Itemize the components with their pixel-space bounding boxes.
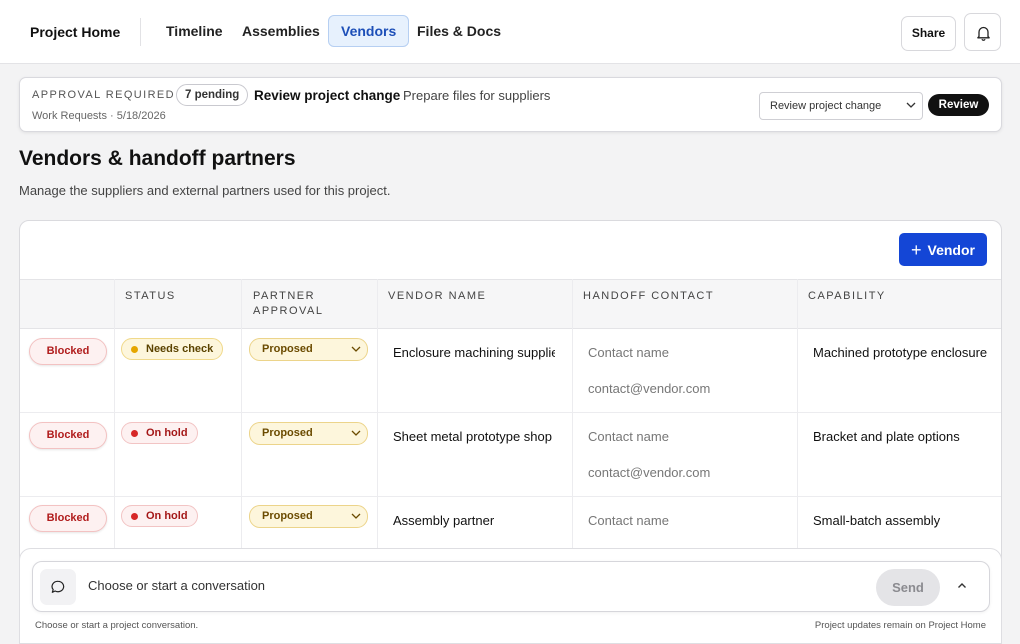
conversation-input[interactable]: Choose or start a conversation Send [32, 561, 990, 612]
share-button[interactable]: Share [901, 16, 956, 51]
blocked-badge[interactable]: Blocked [29, 422, 107, 449]
add-vendor-label: Vendor [927, 242, 975, 258]
bell-icon [977, 26, 990, 41]
capability[interactable]: Machined prototype enclosure [813, 345, 998, 360]
tab-vendors[interactable]: Vendors [328, 15, 410, 47]
status-dot-icon [131, 513, 138, 520]
page-description: Manage the suppliers and external partne… [19, 183, 391, 198]
approval-subtitle: Prepare files for suppliers [403, 88, 551, 103]
conversation-hint: Choose or start a project conversation. [35, 620, 199, 631]
page-title: Vendors & handoff partners [19, 147, 296, 170]
pending-count-badge: 7 pending [176, 84, 249, 106]
tab-files-docs[interactable]: Files & Docs [405, 15, 513, 47]
conversation-picker-button[interactable] [40, 569, 76, 605]
approval-kicker: APPROVAL REQUIRED [32, 89, 175, 101]
column-header-vendor-name: VENDOR NAME [388, 290, 487, 302]
chevron-down-icon [351, 346, 361, 352]
vendor-name[interactable]: Enclosure machining supplier [393, 345, 555, 360]
project-home-link[interactable]: Project Home [30, 24, 120, 40]
approval-meta: Work Requests · 5/18/2026 [32, 110, 166, 122]
chevron-down-icon [351, 513, 361, 519]
add-vendor-button[interactable]: + Vendor [899, 233, 987, 266]
approval-title: Review project change [254, 88, 401, 103]
conversation-panel: Choose or start a conversation Send Choo… [19, 548, 1002, 644]
chevron-down-icon [906, 102, 916, 108]
column-header-capability: CAPABILITY [808, 290, 886, 302]
conversation-placeholder: Choose or start a conversation [88, 578, 266, 593]
column-header-status: STATUS [125, 290, 176, 302]
status-dot-icon [131, 430, 138, 437]
approval-select[interactable]: Review project change [759, 92, 923, 120]
table-header: STATUS PARTNER APPROVAL VENDOR NAME HANDO… [20, 279, 1001, 329]
contact-name-field[interactable]: Contact name [588, 513, 669, 528]
plus-icon: + [911, 240, 922, 260]
nav-divider [140, 18, 141, 46]
column-header-handoff-contact: HANDOFF CONTACT [583, 290, 715, 302]
contact-name-field[interactable]: Contact name [588, 345, 669, 360]
partner-approval-select[interactable]: Proposed [249, 422, 368, 445]
status-badge: Needs check [121, 338, 224, 360]
table-row[interactable]: Blocked Needs check Proposed Enclosure m… [20, 329, 1001, 413]
tab-timeline[interactable]: Timeline [154, 15, 235, 47]
contact-email-field[interactable]: contact@vendor.com [588, 381, 710, 396]
vendor-name[interactable]: Sheet metal prototype shop [393, 429, 563, 444]
status-dot-icon [131, 346, 138, 353]
table-row[interactable]: Blocked On hold Proposed Sheet metal pro… [20, 413, 1001, 497]
blocked-badge[interactable]: Blocked [29, 338, 107, 365]
notifications-button[interactable] [964, 13, 1001, 51]
partner-approval-select[interactable]: Proposed [249, 505, 368, 528]
tab-assemblies[interactable]: Assemblies [230, 15, 332, 47]
chevron-down-icon [351, 430, 361, 436]
approval-select-value: Review project change [770, 100, 882, 112]
status-badge: On hold [121, 422, 198, 444]
chevron-up-icon[interactable] [956, 580, 968, 592]
capability[interactable]: Small-batch assembly [813, 513, 998, 528]
review-button[interactable]: Review [928, 94, 989, 116]
chat-bubble-icon [51, 580, 65, 593]
contact-name-field[interactable]: Contact name [588, 429, 669, 444]
top-nav: Project Home Timeline Assemblies Vendors… [0, 0, 1020, 64]
partner-approval-select[interactable]: Proposed [249, 338, 368, 361]
conversation-footer-note: Project updates remain on Project Home [814, 620, 986, 631]
capability[interactable]: Bracket and plate options [813, 429, 998, 444]
approval-banner: APPROVAL REQUIRED 7 pending Review proje… [19, 77, 1002, 132]
vendor-name[interactable]: Assembly partner [393, 513, 563, 528]
status-badge: On hold [121, 505, 198, 527]
contact-email-field[interactable]: contact@vendor.com [588, 465, 710, 480]
column-header-partner-approval: PARTNER APPROVAL [253, 290, 324, 317]
blocked-badge[interactable]: Blocked [29, 505, 107, 532]
send-button[interactable]: Send [876, 569, 940, 606]
